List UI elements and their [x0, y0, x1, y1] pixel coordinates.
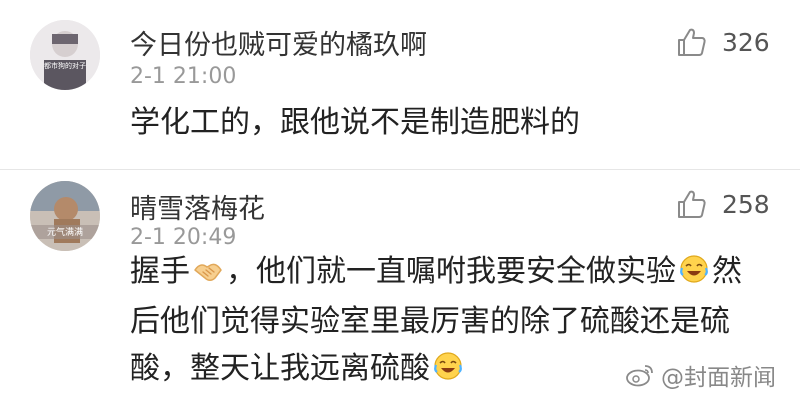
watermark-text: @封面新闻 — [661, 365, 776, 391]
like-count: 326 — [722, 27, 770, 57]
thumbs-up-icon — [678, 190, 706, 218]
comment-item: 都市狗的对子 今日份也贼可爱的橘玖啊 2-1 21:00 326 学化工的，跟他… — [0, 0, 800, 170]
avatar-caption: 元气满满 — [47, 226, 83, 238]
handshake-emoji-icon — [193, 251, 223, 298]
like-button[interactable]: 258 — [676, 184, 770, 224]
thumbs-up-icon — [678, 28, 706, 56]
avatar[interactable]: 都市狗的对子 — [30, 20, 100, 90]
avatar-image: 都市狗的对子 — [30, 20, 100, 90]
avatar-image: 元气满满 — [30, 181, 100, 251]
avatar[interactable]: 元气满满 — [30, 181, 100, 251]
like-button[interactable]: 326 — [676, 22, 770, 62]
username[interactable]: 晴雪落梅花 — [130, 187, 265, 226]
username[interactable]: 今日份也贼可爱的橘玖啊 — [130, 23, 427, 62]
comment-text-part: ，他们就一直嘱咐我要安全做实验 — [226, 254, 676, 289]
laughing-emoji-icon — [433, 348, 463, 395]
watermark: @封面新闻 — [625, 358, 776, 392]
comment-text: 学化工的，跟他说不是制造肥料的 — [130, 105, 580, 140]
avatar-caption: 都市狗的对子 — [44, 61, 86, 70]
weibo-logo-icon — [626, 365, 653, 387]
like-count: 258 — [722, 189, 770, 219]
timestamp: 2-1 20:49 — [130, 225, 237, 250]
timestamp: 2-1 21:00 — [130, 64, 237, 89]
comment-text-part: 握手 — [130, 254, 190, 289]
laughing-emoji-icon — [679, 251, 709, 298]
